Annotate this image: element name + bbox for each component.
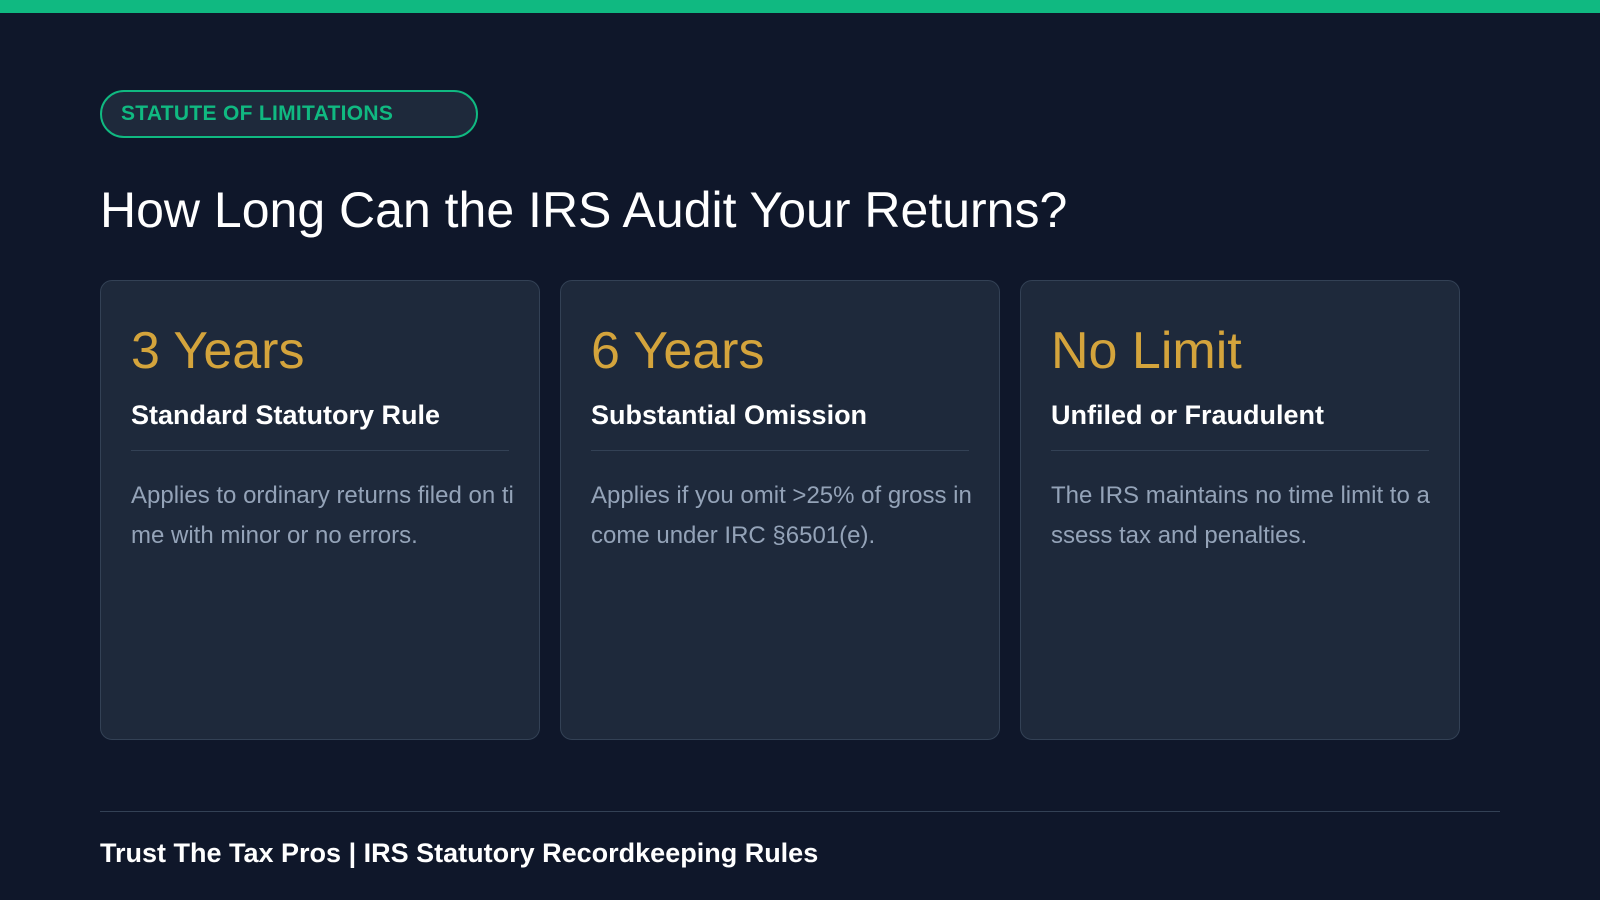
section-badge: STATUTE OF LIMITATIONS [100,90,478,138]
page-title: How Long Can the IRS Audit Your Returns? [100,182,1068,238]
card-heading: Standard Statutory Rule [131,398,509,451]
card-value: 3 Years [131,322,305,380]
footer-text: Trust The Tax Pros | IRS Statutory Recor… [100,838,819,868]
card-value: No Limit [1051,322,1242,380]
section-badge-label: STATUTE OF LIMITATIONS [121,102,394,125]
card-6-years: 6 Years Substantial Omission Applies if … [560,280,1000,740]
card-3-years: 3 Years Standard Statutory Rule Applies … [100,280,540,740]
card-no-limit: No Limit Unfiled or Fraudulent The IRS m… [1020,280,1460,740]
card-description: Applies if you omit >25% of gross income… [591,482,972,549]
card-description: Applies to ordinary returns filed on tim… [131,482,514,549]
limitation-cards: 3 Years Standard Statutory Rule Applies … [100,280,1460,740]
card-value: 6 Years [591,322,765,380]
footer-divider [100,811,1500,812]
card-description: The IRS maintains no time limit to asses… [1051,482,1430,549]
top-accent-bar [0,0,1600,13]
card-heading: Unfiled or Fraudulent [1051,398,1429,451]
card-heading: Substantial Omission [591,398,969,451]
